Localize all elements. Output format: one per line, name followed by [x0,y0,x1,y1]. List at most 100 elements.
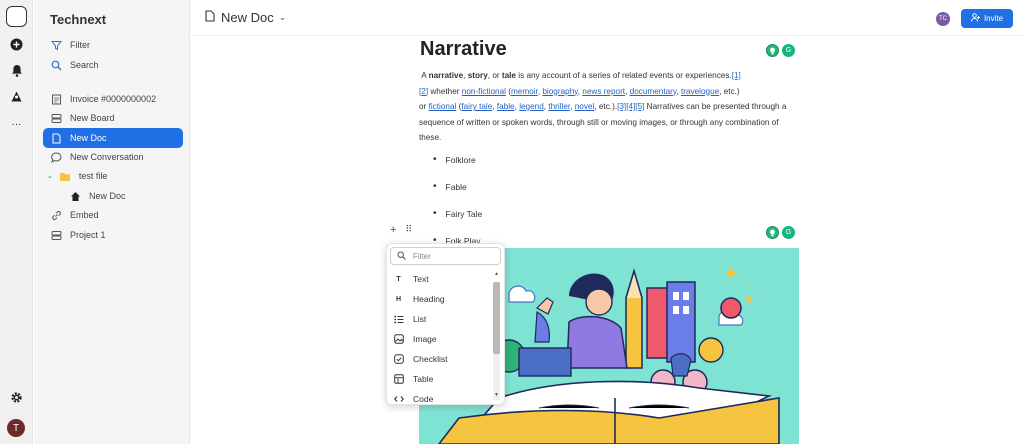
sidebar-item-invoice[interactable]: Invoice #0000000002 [43,89,183,109]
drag-handle-icon[interactable]: ⠿ [405,224,412,236]
doc-title-menu[interactable]: New Doc ⌄ [205,10,286,25]
invite-label: Invite [983,14,1004,23]
sidebar-item-new-doc[interactable]: New Doc [43,128,183,148]
menu-item-label: Table [413,374,434,384]
search-icon [50,59,62,71]
chat-icon [50,151,62,163]
sidebar-item-label: test file [78,171,108,181]
menu-filter-input[interactable]: Filter [390,247,501,265]
inline-link[interactable]: non-fictional [462,87,506,96]
bullet-list: Folklore Fable Fairy Tale Folk Play [433,146,483,254]
inline-link[interactable]: memoir [511,87,538,96]
sidebar-item-label: Embed [70,210,99,220]
list-item[interactable]: Fable [433,173,482,200]
add-block-icon[interactable]: + [390,224,396,236]
plus-circle-icon[interactable] [8,36,25,53]
inline-link[interactable]: novel [575,102,595,111]
inline-link[interactable]: documentary [630,87,677,96]
menu-item-label: List [413,314,427,324]
lightbulb-icon[interactable] [766,226,779,239]
menu-item-text[interactable]: T Text [393,270,493,288]
grammar-badges-lower: G [766,226,795,239]
citation-link[interactable]: [4] [626,102,635,111]
add-user-icon [970,13,980,24]
workspace-title: Technext [50,12,107,27]
sidebar-filter[interactable]: Filter [43,35,183,55]
citation-link[interactable]: [1] [732,71,741,80]
doc-paragraph[interactable]: A narrative, story, or tale is any accou… [419,68,799,146]
heading-icon: H [395,295,402,303]
scrollbar-thumb[interactable] [493,282,500,354]
grammarly-icon[interactable]: G [782,44,795,57]
sidebar-item-project-1[interactable]: Project 1 [43,225,183,245]
inline-link[interactable]: thriller [548,102,570,111]
more-icon[interactable]: ··· [8,116,25,133]
menu-item-label: Image [413,334,437,344]
filter-label: Filter [70,40,90,50]
menu-item-label: Checklist [413,354,448,364]
spaces-icon[interactable] [8,88,25,105]
slash-command-menu: Filter T Text H Heading List Image Check… [386,243,505,405]
inline-link[interactable]: fairy tale [461,102,492,111]
top-bar: New Doc ⌄ TC Invite [191,0,1024,36]
user-avatar[interactable]: T [7,419,25,437]
image-icon [393,334,404,345]
menu-filter-placeholder: Filter [413,251,431,261]
search-icon [397,251,406,262]
citation-link[interactable]: [3] [617,102,626,111]
doc-title-text: New Doc [221,10,274,25]
sidebar-item-test-file[interactable]: ⌄ test file [43,166,183,186]
grammarly-icon[interactable]: G [782,226,795,239]
sidebar-item-new-conversation[interactable]: New Conversation [43,147,183,167]
menu-item-checklist[interactable]: Checklist [393,350,493,368]
inline-link[interactable]: fable [497,102,515,111]
menu-item-label: Text [413,274,429,284]
sidebar-item-label: New Conversation [70,152,144,162]
collaborator-avatar[interactable]: TC [936,12,950,26]
checklist-icon [393,354,404,365]
list-item[interactable]: Fairy Tale [433,200,483,227]
invite-button[interactable]: Invite [961,9,1013,28]
doc-icon [205,10,215,25]
inline-link[interactable]: travelogue [681,87,719,96]
home-icon [69,190,81,202]
inline-link[interactable]: biography [542,87,577,96]
menu-item-table[interactable]: Table [393,370,493,388]
project-icon [50,229,62,241]
list-icon [393,314,404,325]
menu-item-list[interactable]: List [393,310,493,328]
menu-item-image[interactable]: Image [393,330,493,348]
text-icon: T [396,275,401,283]
inline-link[interactable]: fictional [429,102,457,111]
block-toolbar: + ⠿ [390,224,412,236]
sidebar-item-embed[interactable]: Embed [43,205,183,225]
sidebar: Technext Filter Search Invoice #00000000… [34,0,190,444]
menu-item-code[interactable]: Code [393,390,493,408]
chevron-down-icon[interactable]: ⌄ [47,172,53,180]
sidebar-item-label: New Doc [89,191,126,201]
list-item[interactable]: Folklore [433,146,482,173]
menu-scrollbar[interactable] [493,282,500,400]
chevron-down-icon: ⌄ [278,12,287,22]
sidebar-search[interactable]: Search [43,55,183,75]
inline-link[interactable]: news report [582,87,625,96]
lightbulb-icon[interactable] [766,44,779,57]
bell-icon[interactable] [8,62,25,79]
menu-item-heading[interactable]: H Heading [393,290,493,308]
icon-rail: ··· T [0,0,33,444]
scroll-up-arrow[interactable]: ▲ [494,271,499,277]
sidebar-item-nested-new-doc[interactable]: New Doc [43,186,183,206]
sidebar-item-new-board[interactable]: New Board [43,108,183,128]
document: Narrative G A narrative, story, or tale … [419,38,799,246]
invoice-icon [50,93,62,105]
scroll-down-arrow[interactable]: ▼ [494,392,499,398]
sidebar-item-label: New Board [70,113,115,123]
inline-link[interactable]: legend [519,102,544,111]
code-icon [393,394,404,405]
search-label: Search [70,60,99,70]
board-icon [50,112,62,124]
doc-heading[interactable]: Narrative [420,38,799,61]
settings-gear-icon[interactable] [8,389,25,406]
app-logo-icon[interactable] [6,6,27,27]
citation-link[interactable]: [2] [419,87,428,96]
